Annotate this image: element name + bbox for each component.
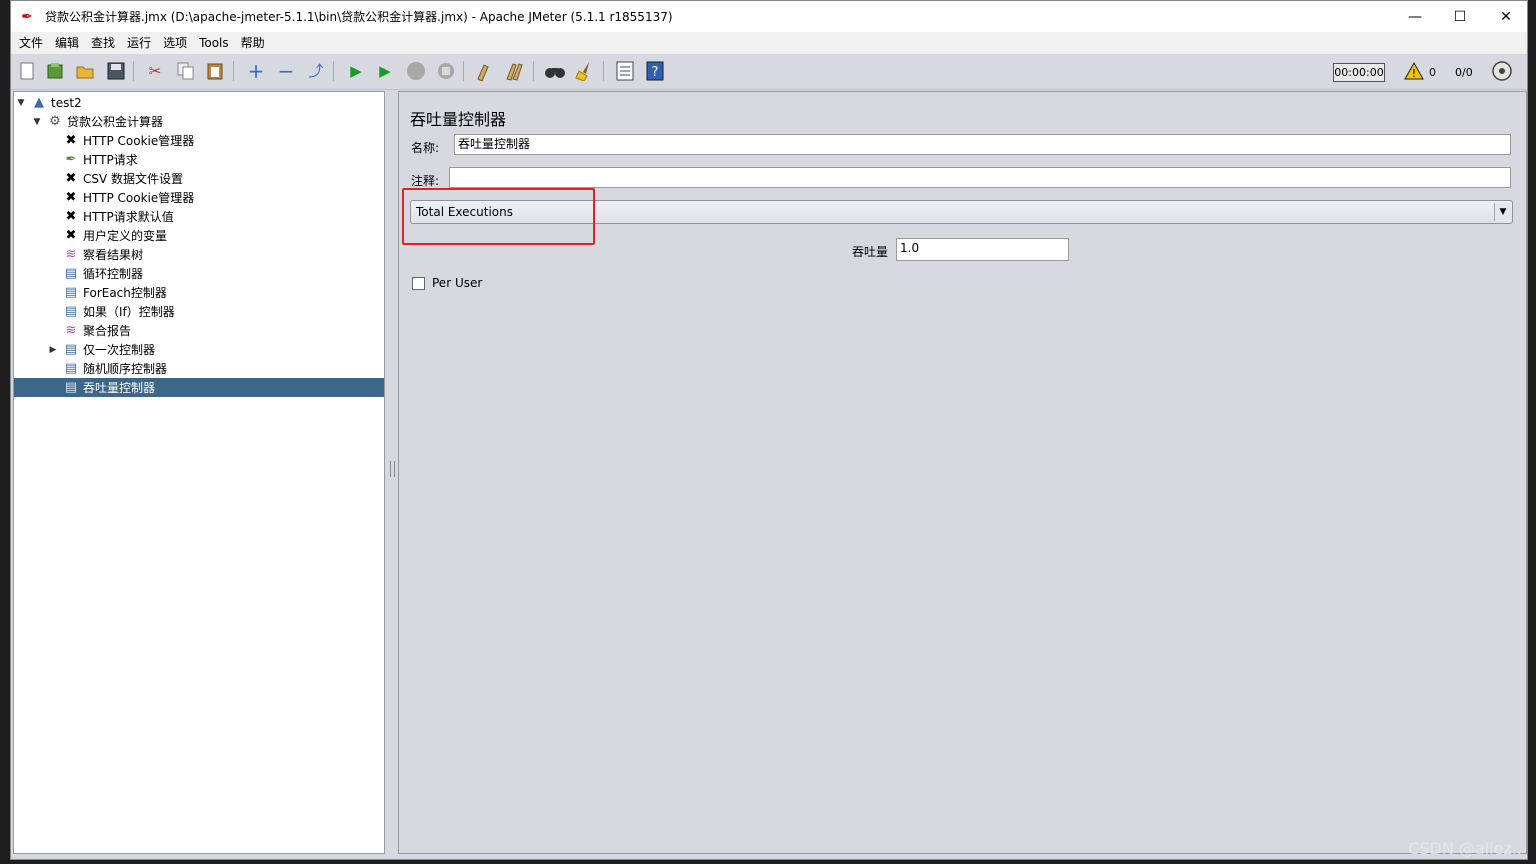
per-user-checkbox[interactable]: [412, 277, 425, 290]
search-binoculars-icon[interactable]: [544, 60, 566, 82]
title-bar: ✒ 贷款公积金计算器.jmx (D:\apache-jmeter-5.1.1\b…: [11, 1, 1527, 32]
maximize-button[interactable]: ☐: [1437, 1, 1483, 32]
tree-node[interactable]: ✖ HTTP请求默认值: [14, 207, 384, 226]
tree-node[interactable]: ✖ HTTP Cookie管理器: [14, 131, 384, 150]
paste-icon[interactable]: [204, 60, 226, 82]
tree-node[interactable]: ✖ CSV 数据文件设置: [14, 169, 384, 188]
tree-node[interactable]: ▤ 随机顺序控制器: [14, 359, 384, 378]
window-title: 贷款公积金计算器.jmx (D:\apache-jmeter-5.1.1\bin…: [45, 10, 673, 24]
expand-all-icon[interactable]: +: [245, 60, 267, 82]
throughput-field[interactable]: 1.0: [896, 238, 1069, 261]
menu-options[interactable]: 选项: [157, 32, 193, 54]
stop-icon[interactable]: [405, 60, 427, 82]
listener-chart-icon: ≋: [65, 247, 77, 262]
tree-node[interactable]: ▤ 循环控制器: [14, 264, 384, 283]
clear-icon[interactable]: [474, 60, 496, 82]
tree-node[interactable]: ≋ 察看结果树: [14, 245, 384, 264]
collapse-all-icon[interactable]: −: [275, 60, 297, 82]
toolbar: ✂ + − ⤴ ▶ ▶ ? 00:00:00 ! 0 0/0: [11, 55, 1527, 90]
name-field[interactable]: 吞吐量控制器: [454, 134, 1511, 155]
templates-icon[interactable]: [44, 60, 66, 82]
expand-arrow-icon[interactable]: ▶: [48, 345, 58, 355]
controller-doc-icon: ▤: [64, 361, 78, 376]
remote-status-icon: [1491, 60, 1513, 82]
sampler-pipette-icon: ✒: [65, 152, 77, 167]
csdn-watermark: CSDN @aliez..: [1408, 839, 1522, 858]
tree-node[interactable]: ▼ ▲ test2: [14, 93, 384, 112]
test-plan-icon: ▲: [34, 95, 44, 110]
copy-icon[interactable]: [175, 60, 197, 82]
config-wrench-icon: ✖: [65, 190, 77, 205]
config-wrench-icon: ✖: [65, 209, 77, 224]
warning-count: 0: [1429, 66, 1436, 79]
thread-count: 0/0: [1455, 66, 1473, 79]
minimize-button[interactable]: —: [1392, 1, 1438, 32]
menu-run[interactable]: 运行: [121, 32, 157, 54]
warning-icon[interactable]: !: [1403, 60, 1425, 82]
jmeter-window: ✒ 贷款公积金计算器.jmx (D:\apache-jmeter-5.1.1\b…: [10, 0, 1528, 860]
tree-node[interactable]: ▼ ⚙ 贷款公积金计算器: [14, 112, 384, 131]
splitter-grip[interactable]: [390, 461, 395, 477]
tree-node[interactable]: ≋ 聚合报告: [14, 321, 384, 340]
tree-node[interactable]: ✖ 用户定义的变量: [14, 226, 384, 245]
tree-node[interactable]: ▶ ▤ 仅一次控制器: [14, 340, 384, 359]
menu-bar: 文件 编辑 查找 运行 选项 Tools 帮助: [11, 32, 1527, 54]
clear-all-icon[interactable]: [504, 60, 526, 82]
throughput-controller-panel: 吞吐量控制器 名称: 吞吐量控制器 注释: Total Executions ▼…: [398, 91, 1527, 854]
controller-doc-icon: ▤: [64, 380, 78, 395]
annotation-highlight-box: [402, 188, 595, 245]
tree-node[interactable]: ✒ HTTP请求: [14, 150, 384, 169]
controller-doc-icon: ▤: [64, 304, 78, 319]
test-plan-tree: ▼ ▲ test2 ▼ ⚙ 贷款公积金计算器 ✖ HTTP Cookie管理器 …: [13, 91, 385, 854]
start-no-pauses-icon[interactable]: ▶: [374, 60, 396, 82]
tree-node-selected[interactable]: ▤ 吞吐量控制器: [14, 378, 384, 397]
controller-doc-icon: ▤: [64, 342, 78, 357]
start-icon[interactable]: ▶: [345, 60, 367, 82]
menu-tools[interactable]: Tools: [193, 32, 235, 54]
per-user-label: Per User: [432, 276, 483, 290]
cut-icon[interactable]: ✂: [144, 60, 166, 82]
controller-doc-icon: ▤: [64, 266, 78, 281]
thread-group-gear-icon: ⚙: [49, 114, 61, 129]
elapsed-timer: 00:00:00: [1333, 63, 1385, 82]
help-icon[interactable]: ?: [644, 60, 666, 82]
collapse-arrow-icon[interactable]: ▼: [32, 117, 42, 127]
comment-label: 注释:: [411, 174, 440, 188]
menu-edit[interactable]: 编辑: [49, 32, 85, 54]
function-helper-icon[interactable]: [614, 60, 636, 82]
controller-doc-icon: ▤: [64, 285, 78, 300]
dropdown-arrow-icon[interactable]: ▼: [1494, 203, 1511, 221]
split-pane-divider[interactable]: [387, 91, 397, 854]
open-folder-icon[interactable]: [74, 60, 96, 82]
tree-node[interactable]: ✖ HTTP Cookie管理器: [14, 188, 384, 207]
config-wrench-icon: ✖: [65, 171, 77, 186]
jmeter-feather-icon: ✒: [21, 8, 33, 25]
tree-node[interactable]: ▤ ForEach控制器: [14, 283, 384, 302]
throughput-label: 吞吐量: [852, 245, 889, 259]
svg-text:!: !: [1412, 67, 1416, 80]
panel-title: 吞吐量控制器: [410, 110, 507, 129]
name-label: 名称:: [411, 141, 440, 155]
new-file-icon[interactable]: [16, 60, 38, 82]
config-wrench-icon: ✖: [65, 133, 77, 148]
toggle-icon[interactable]: ⤴: [305, 60, 327, 82]
shutdown-icon[interactable]: [435, 60, 457, 82]
tree-node[interactable]: ▤ 如果（If）控制器: [14, 302, 384, 321]
menu-help[interactable]: 帮助: [235, 32, 271, 54]
close-button[interactable]: ✕: [1483, 1, 1529, 32]
menu-file[interactable]: 文件: [13, 32, 49, 54]
reset-search-broom-icon[interactable]: [574, 60, 596, 82]
menu-search[interactable]: 查找: [85, 32, 121, 54]
config-wrench-icon: ✖: [65, 228, 77, 243]
svg-text:?: ?: [652, 65, 659, 80]
comment-field[interactable]: [449, 167, 1511, 188]
listener-chart-icon: ≋: [65, 323, 77, 338]
collapse-arrow-icon[interactable]: ▼: [16, 98, 26, 108]
save-icon[interactable]: [105, 60, 127, 82]
